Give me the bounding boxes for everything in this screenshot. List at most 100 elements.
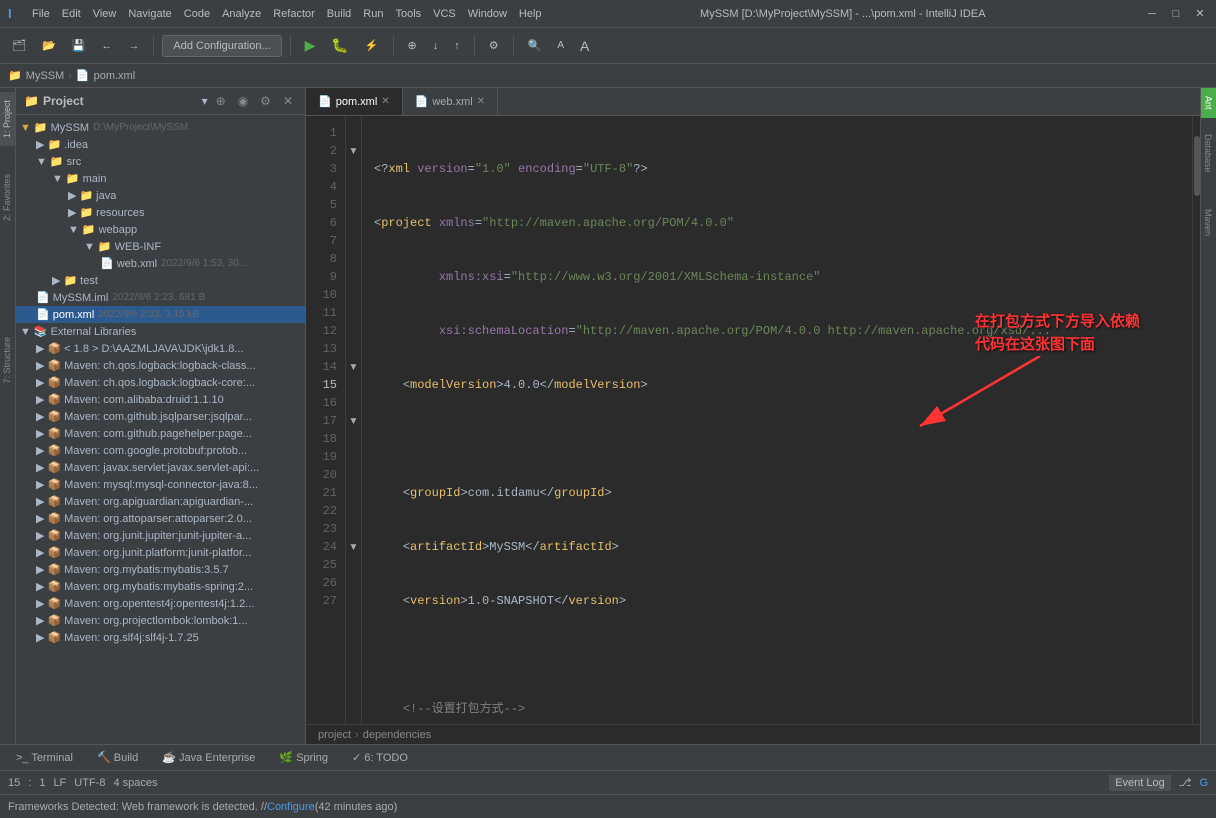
new-project-btn[interactable]: 🗂 [6, 36, 32, 55]
menu-tools[interactable]: Tools [395, 8, 421, 20]
tree-item-apiguardian[interactable]: ▶ 📦 Maven: org.apiguardian:apiguardian-.… [16, 493, 305, 510]
tree-icon-mySSM: ▼ [20, 122, 31, 134]
settings-btn[interactable]: ⚙ [483, 36, 505, 55]
maximize-button[interactable]: □ [1168, 6, 1184, 22]
menu-file[interactable]: File [32, 8, 50, 20]
tree-item-mySSMiml[interactable]: 📄 MySSM.iml 2022/9/6 2:23, 681 B [16, 289, 305, 306]
tree-item-mybatis[interactable]: ▶ 📦 Maven: org.mybatis:mybatis:3.5.7 [16, 561, 305, 578]
tree-item-protobuf[interactable]: ▶ 📦 Maven: com.google.protobuf:protob... [16, 442, 305, 459]
close-button[interactable]: ✕ [1192, 6, 1208, 22]
tree-item-logback-class[interactable]: ▶ 📦 Maven: ch.qos.logback:logback-class.… [16, 357, 305, 374]
tree-item-src[interactable]: ▼ 📁 src [16, 153, 305, 170]
menu-help[interactable]: Help [519, 8, 542, 20]
bottom-tab-spring[interactable]: 🌿 Spring [271, 749, 336, 766]
menu-view[interactable]: View [93, 8, 117, 20]
bottom-tab-todo[interactable]: ✓ 6: TODO [344, 749, 416, 766]
tree-item-more[interactable]: ▶ 📦 Maven: org.slf4j:slf4j-1.7.25 [16, 629, 305, 646]
open-btn[interactable]: 📂 [36, 36, 62, 55]
status-indent[interactable]: 4 spaces [113, 777, 157, 789]
scrollbar-thumb[interactable] [1194, 136, 1200, 196]
tree-item-druid[interactable]: ▶ 📦 Maven: com.alibaba:druid:1.1.10 [16, 391, 305, 408]
minimize-button[interactable]: ─ [1144, 6, 1160, 22]
menu-refactor[interactable]: Refactor [273, 8, 315, 20]
save-btn[interactable]: 💾 [66, 36, 92, 55]
menu-edit[interactable]: Edit [62, 8, 81, 20]
fold-14[interactable]: ▼ [346, 358, 361, 376]
bottom-tab-java-enterprise[interactable]: ☕ Java Enterprise [154, 749, 263, 766]
tree-item-mysql[interactable]: ▶ 📦 Maven: mysql:mysql-connector-java:8.… [16, 476, 305, 493]
tree-item-webinf[interactable]: ▼ 📁 WEB-INF [16, 238, 305, 255]
forward-btn[interactable]: → [122, 37, 145, 55]
tree-item-logback-core[interactable]: ▶ 📦 Maven: ch.qos.logback:logback-core:.… [16, 374, 305, 391]
code-editor[interactable]: <?xml version="1.0" encoding="UTF-8"?> <… [362, 116, 1192, 724]
back-btn[interactable]: ← [95, 37, 118, 55]
font-a-small[interactable]: A [551, 37, 570, 54]
configure-link[interactable]: Configure [267, 801, 315, 813]
database-side-tab[interactable]: Database [1201, 126, 1216, 181]
tree-item-junit-platform[interactable]: ▶ 📦 Maven: org.junit.platform:junit-plat… [16, 544, 305, 561]
bottom-tab-terminal[interactable]: >_ Terminal [8, 750, 81, 766]
tree-item-pagehelper[interactable]: ▶ 📦 Maven: com.github.pagehelper:page... [16, 425, 305, 442]
menu-analyze[interactable]: Analyze [222, 8, 261, 20]
tree-item-test[interactable]: ▶ 📁 test [16, 272, 305, 289]
fold-17[interactable]: ▼ [346, 412, 361, 430]
fold-2[interactable]: ▼ [346, 142, 361, 160]
tree-item-extlibs[interactable]: ▼ 📚 External Libraries [16, 323, 305, 340]
line-num-24: 24 [306, 538, 345, 556]
tree-item-mybatis-spring[interactable]: ▶ 📦 Maven: org.mybatis:mybatis-spring:2.… [16, 578, 305, 595]
font-a-large[interactable]: A [574, 35, 595, 57]
tree-item-junit-jupiter[interactable]: ▶ 📦 Maven: org.junit.jupiter:junit-jupit… [16, 527, 305, 544]
panel-close-btn[interactable]: ✕ [279, 92, 297, 110]
breadcrumb-project[interactable]: MySSM [26, 70, 65, 82]
find-btn[interactable]: 🔍 [522, 36, 548, 55]
event-log-btn[interactable]: Event Log [1109, 775, 1171, 791]
tab-close-webxml[interactable]: ✕ [477, 96, 485, 107]
tree-item-pomxml[interactable]: 📄 pom.xml 2022/9/6 2:33, 3.15 kB [16, 306, 305, 323]
tree-item-jsqlparser[interactable]: ▶ 📦 Maven: com.github.jsqlparser:jsqlpar… [16, 408, 305, 425]
menu-navigate[interactable]: Navigate [128, 8, 171, 20]
tab-pomxml[interactable]: 📄 pom.xml ✕ [306, 88, 403, 115]
menu-window[interactable]: Window [468, 8, 507, 20]
editor-scrollbar[interactable] [1192, 116, 1200, 724]
bottom-tab-build[interactable]: 🔨 Build [89, 749, 146, 766]
fold-24[interactable]: ▼ [346, 538, 361, 556]
status-linesep[interactable]: LF [53, 777, 66, 789]
tree-item-jdk[interactable]: ▶ 📦 < 1.8 > D:\AAZMLJAVA\JDK\jdk1.8... [16, 340, 305, 357]
tree-item-idea[interactable]: ▶ 📁 .idea [16, 136, 305, 153]
tree-item-lombok[interactable]: ▶ 📦 Maven: org.projectlombok:lombok:1... [16, 612, 305, 629]
git-push-btn[interactable]: ↑ [448, 37, 466, 55]
menu-code[interactable]: Code [184, 8, 210, 20]
tree-item-attoparser[interactable]: ▶ 📦 Maven: org.attoparser:attoparser:2.0… [16, 510, 305, 527]
panel-settings-btn[interactable]: ⚙ [256, 92, 275, 110]
editor-content[interactable]: 1 2 3 4 5 6 7 8 9 10 11 12 13 14 15 16 1… [306, 116, 1200, 724]
tab-webxml[interactable]: 📄 web.xml ✕ [403, 88, 498, 115]
maven-side-tab[interactable]: Maven [1201, 201, 1216, 244]
tree-label-src: src [67, 156, 82, 168]
git-pull-btn[interactable]: ↓ [427, 37, 445, 55]
breadcrumb-file[interactable]: pom.xml [94, 70, 136, 82]
panel-scope-btn[interactable]: ◉ [234, 92, 252, 110]
menu-run[interactable]: Run [363, 8, 383, 20]
menu-build[interactable]: Build [327, 8, 351, 20]
coverage-btn[interactable]: ⚡ [359, 36, 385, 55]
status-encoding[interactable]: UTF-8 [74, 777, 105, 789]
tree-item-mySSM[interactable]: ▼ 📁 MySSM D:\MyProject\MySSM [16, 119, 305, 136]
tree-folder-icon-mySSM: 📁 [34, 121, 48, 134]
add-configuration-button[interactable]: Add Configuration... [162, 35, 281, 57]
tree-item-main[interactable]: ▼ 📁 main [16, 170, 305, 187]
tree-item-servlet[interactable]: ▶ 📦 Maven: javax.servlet:javax.servlet-a… [16, 459, 305, 476]
tree-item-webapp[interactable]: ▼ 📁 webapp [16, 221, 305, 238]
git-btn[interactable]: ⊕ [402, 36, 423, 55]
project-side-tab[interactable]: 1: Project [0, 92, 15, 146]
debug-button[interactable]: 🐛 [325, 34, 354, 57]
tree-item-webxml[interactable]: 📄 web.xml 2022/9/6 1:53, 30... [16, 255, 305, 272]
structure-side-tab[interactable]: 7: Structure [0, 329, 15, 392]
panel-add-btn[interactable]: ⊕ [212, 92, 230, 110]
favorites-side-tab[interactable]: 2: Favorites [0, 166, 15, 229]
menu-vcs[interactable]: VCS [433, 8, 456, 20]
run-button[interactable]: ▶ [299, 34, 322, 57]
tree-item-resources[interactable]: ▶ 📁 resources [16, 204, 305, 221]
tree-item-opentest4j[interactable]: ▶ 📦 Maven: org.opentest4j:opentest4j:1.2… [16, 595, 305, 612]
tab-close-pomxml[interactable]: ✕ [381, 96, 389, 107]
tree-item-java[interactable]: ▶ 📁 java [16, 187, 305, 204]
